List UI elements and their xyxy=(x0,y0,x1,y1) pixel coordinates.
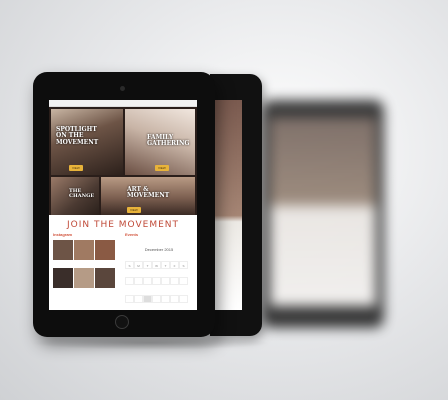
calendar-day[interactable] xyxy=(143,295,152,303)
photo-thumbnail[interactable] xyxy=(95,268,115,288)
calendar-day[interactable] xyxy=(170,295,179,303)
middle-tablet xyxy=(210,74,262,336)
background-tablet-blurred xyxy=(262,100,384,328)
front-tablet: SPOTLIGHT ON THE MOVEMENT VIEW FAMILY GA… xyxy=(33,72,215,337)
hero-tile-title: FAMILY GATHERING xyxy=(147,134,190,148)
photo-thumbnail[interactable] xyxy=(53,268,73,288)
camera-icon xyxy=(120,86,125,91)
weekday-label: W xyxy=(152,261,161,269)
events-calendar: December 2015 SMTWTFS xyxy=(123,240,195,306)
photo-thumbnail[interactable] xyxy=(74,268,94,288)
photo-thumbnail[interactable] xyxy=(74,240,94,260)
weekday-label: T xyxy=(143,261,152,269)
calendar-day[interactable] xyxy=(152,295,161,303)
calendar-month: December 2015 xyxy=(144,247,174,252)
hero-tile-3[interactable]: THE CHANGE xyxy=(51,177,99,215)
calendar-day[interactable] xyxy=(161,277,170,285)
weekday-label: F xyxy=(170,261,179,269)
calendar-day[interactable] xyxy=(170,277,179,285)
right-section-label: Events xyxy=(125,232,139,237)
hero-tile-4[interactable]: ART & MOVEMENT VIEW xyxy=(101,177,195,215)
calendar-day[interactable] xyxy=(179,277,188,285)
calendar-grid: SMTWTFS xyxy=(125,254,193,310)
calendar-day[interactable] xyxy=(143,277,152,285)
hero-tile-2[interactable]: FAMILY GATHERING VIEW xyxy=(125,109,195,175)
weekday-label: S xyxy=(179,261,188,269)
blurred-tablet-screen xyxy=(270,118,376,306)
weekday-label: S xyxy=(125,261,134,269)
site-top-bar xyxy=(49,100,197,107)
photo-thumbnail[interactable] xyxy=(53,240,73,260)
calendar-day[interactable] xyxy=(152,277,161,285)
home-button[interactable] xyxy=(115,315,129,329)
hero-tile-cta[interactable]: VIEW xyxy=(127,207,141,213)
left-section-label: Instagram xyxy=(53,232,73,237)
calendar-day[interactable] xyxy=(125,295,134,303)
join-heading: JOIN THE MOVEMENT xyxy=(66,220,179,230)
calendar-day[interactable] xyxy=(125,277,134,285)
photo-thumbnail[interactable] xyxy=(95,240,115,260)
weekday-label: T xyxy=(161,261,170,269)
hero-tile-cta[interactable]: VIEW xyxy=(155,165,169,171)
weekday-label: M xyxy=(134,261,143,269)
hero-tile-cta[interactable]: VIEW xyxy=(69,165,83,171)
calendar-day[interactable] xyxy=(134,277,143,285)
calendar-day[interactable] xyxy=(161,295,170,303)
hero-tile-1[interactable]: SPOTLIGHT ON THE MOVEMENT VIEW xyxy=(51,109,123,175)
tablet-screen: SPOTLIGHT ON THE MOVEMENT VIEW FAMILY GA… xyxy=(49,100,197,310)
hero-tile-title: ART & MOVEMENT xyxy=(127,186,170,200)
hero-grid: SPOTLIGHT ON THE MOVEMENT VIEW FAMILY GA… xyxy=(49,107,197,215)
hero-tile-title: SPOTLIGHT ON THE MOVEMENT xyxy=(56,126,99,146)
floor-shadow xyxy=(30,336,270,350)
hero-tile-title: THE CHANGE xyxy=(69,188,95,200)
calendar-day[interactable] xyxy=(179,295,188,303)
calendar-day[interactable] xyxy=(134,295,143,303)
photo-grid xyxy=(53,240,119,296)
